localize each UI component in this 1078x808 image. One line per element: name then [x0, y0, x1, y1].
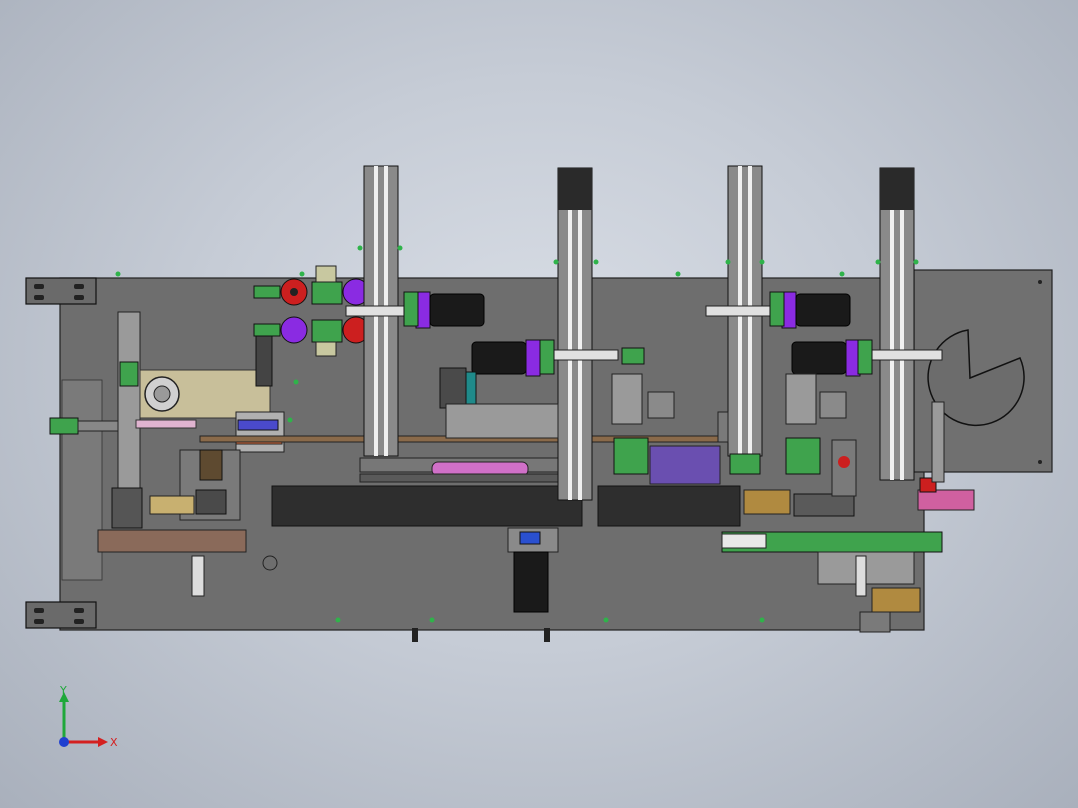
- servo-motor-1: [403, 291, 485, 329]
- z-axis-origin: [59, 737, 69, 747]
- servo-motor-4: [791, 339, 873, 377]
- mounting-bracket-bottom-left: [25, 601, 97, 629]
- y-axis-label: Y: [59, 686, 67, 697]
- mounting-bracket-top-left: [25, 277, 97, 305]
- x-axis-label: X: [110, 736, 118, 749]
- coordinate-triad: Y X: [59, 686, 118, 749]
- servo-motor-3: [769, 291, 851, 329]
- x-axis-arrowhead: [98, 737, 108, 747]
- cad-model-viewport[interactable]: [0, 0, 1078, 808]
- servo-motor-2: [471, 339, 555, 377]
